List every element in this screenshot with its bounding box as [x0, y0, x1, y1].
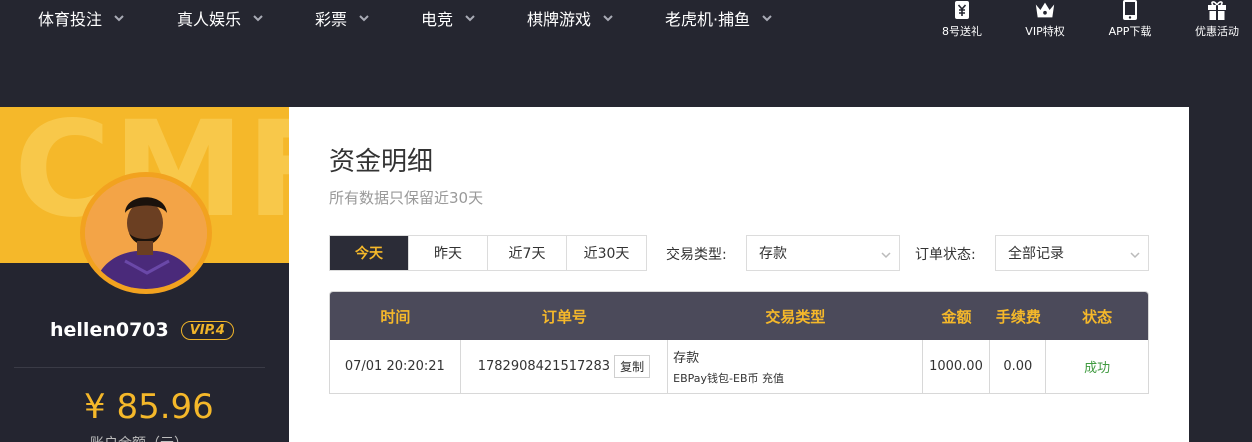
nav-item-slots-fishing[interactable]: 老虎机·捕鱼 — [665, 6, 772, 30]
balance-amount: ¥ 85.96 — [84, 387, 214, 427]
vip-badge: VIP.4 — [180, 320, 234, 340]
util-app-download[interactable]: APP下载 — [1104, 0, 1156, 40]
copy-button[interactable]: 复制 — [614, 355, 651, 378]
chevron-down-icon — [881, 248, 891, 259]
cell-amount: 1000.00 — [923, 340, 991, 393]
util-label: APP下载 — [1108, 25, 1152, 38]
phone-icon — [1119, 0, 1141, 20]
nav-item-label: 体育投注 — [38, 10, 103, 29]
col-header-status: 状态 — [1082, 307, 1113, 326]
main-panel: 资金明细 所有数据只保留近30天 今天 昨天 近7天 近30天 交易类型: 存款… — [289, 107, 1189, 442]
col-header-amount: 金额 — [941, 307, 972, 326]
cell-fee: 0.00 — [990, 340, 1047, 393]
cell-type: 存款 EBPay钱包-EB币 充值 — [668, 340, 923, 393]
page-title: 资金明细 — [329, 147, 434, 177]
type-main: 存款 — [673, 351, 700, 366]
nav-item-sports[interactable]: 体育投注 — [38, 6, 124, 30]
balance-label: 账户余额（元） — [90, 433, 188, 442]
col-header-order-no: 订单号 — [541, 307, 587, 326]
chevron-down-icon — [603, 13, 613, 23]
avatar[interactable] — [80, 172, 212, 294]
username-row: hellen0703 VIP.4 — [50, 317, 234, 343]
page-subtitle: 所有数据只保留近30天 — [329, 189, 484, 207]
chevron-down-icon — [114, 13, 124, 23]
order-number: 1782908421517283 — [477, 359, 611, 374]
chevron-down-icon — [253, 13, 263, 23]
nav-item-label: 彩票 — [315, 10, 348, 29]
chevron-down-icon — [359, 13, 369, 23]
tab-today[interactable]: 今天 — [330, 236, 409, 270]
util-vip[interactable]: VIP特权 — [1021, 0, 1069, 40]
transaction-type-select[interactable]: 存款 — [746, 235, 900, 271]
chevron-down-icon — [762, 13, 772, 23]
transactions-table: 时间 订单号 交易类型 金额 手续费 状态 07/01 20:20:21 178… — [329, 291, 1149, 394]
util-label: 8号送礼 — [942, 25, 982, 38]
nav-item-lottery[interactable]: 彩票 — [315, 6, 369, 30]
username: hellen0703 — [50, 319, 169, 341]
chevron-down-icon — [1130, 248, 1140, 259]
nav-item-esports[interactable]: 电竞 — [421, 6, 475, 30]
col-header-fee: 手续费 — [995, 307, 1041, 326]
cell-status: 成功 — [1084, 361, 1111, 376]
crown-icon — [1034, 0, 1056, 20]
ticket-yen-icon — [951, 0, 973, 20]
transaction-type-label: 交易类型: — [666, 247, 727, 263]
util-promotions[interactable]: 优惠活动 — [1190, 0, 1244, 40]
order-status-select[interactable]: 全部记录 — [995, 235, 1149, 271]
order-status-value: 全部记录 — [1008, 246, 1064, 262]
table-header: 时间 订单号 交易类型 金额 手续费 状态 — [330, 292, 1148, 340]
col-header-time: 时间 — [380, 307, 411, 326]
type-detail: EBPay钱包-EB币 充值 — [673, 372, 785, 385]
chevron-down-icon — [465, 13, 475, 23]
nav-item-card-games[interactable]: 棋牌游戏 — [527, 6, 613, 30]
profile-panel: CMF hellen0703 VIP.4 ¥ 85.96 账户余额（元） — [0, 107, 289, 442]
col-header-type: 交易类型 — [765, 307, 826, 326]
util-gift-day[interactable]: 8号送礼 — [938, 0, 986, 40]
app-root: 体育投注 真人娱乐 彩票 电竞 棋牌游戏 老虎机·捕鱼 8号送礼 VIP特权 A… — [0, 0, 1252, 442]
util-label: 优惠活动 — [1195, 25, 1239, 38]
tab-yesterday[interactable]: 昨天 — [409, 236, 488, 270]
profile-divider — [14, 367, 265, 368]
nav-item-label: 棋牌游戏 — [527, 10, 592, 29]
cell-time: 07/01 20:20:21 — [330, 340, 461, 393]
nav-item-label: 老虎机·捕鱼 — [665, 10, 751, 29]
cell-order-no: 1782908421517283 复制 — [461, 340, 669, 393]
tab-last-30-days[interactable]: 近30天 — [567, 236, 646, 270]
order-status-label: 订单状态: — [915, 247, 976, 263]
util-label: VIP特权 — [1025, 25, 1065, 38]
nav-item-label: 真人娱乐 — [177, 10, 242, 29]
gift-icon — [1206, 0, 1228, 20]
nav-item-live-casino[interactable]: 真人娱乐 — [177, 6, 263, 30]
top-nav: 体育投注 真人娱乐 彩票 电竞 棋牌游戏 老虎机·捕鱼 8号送礼 VIP特权 A… — [0, 0, 1252, 40]
tab-last-7-days[interactable]: 近7天 — [488, 236, 567, 270]
nav-item-label: 电竞 — [421, 10, 454, 29]
table-row: 07/01 20:20:21 1782908421517283 复制 存款 EB… — [330, 340, 1148, 393]
transaction-type-value: 存款 — [759, 246, 787, 262]
date-range-tabs: 今天 昨天 近7天 近30天 — [329, 235, 647, 271]
